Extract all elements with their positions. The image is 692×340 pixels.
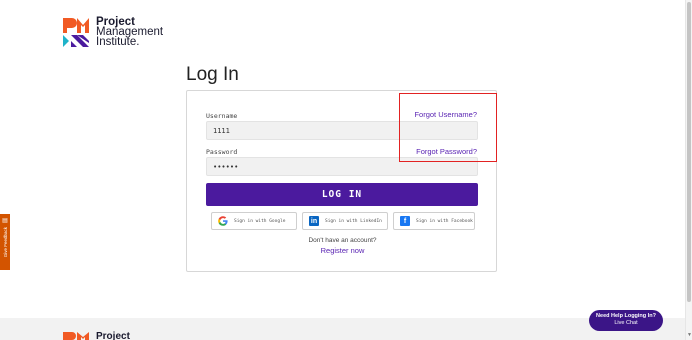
- register-now-link[interactable]: Register now: [187, 246, 498, 255]
- linkedin-signin-button[interactable]: in Sign in with LinkedIn: [302, 212, 388, 230]
- login-button[interactable]: LOG IN: [206, 183, 478, 206]
- google-icon: [218, 216, 228, 226]
- no-account-prompt: Don't have an account?: [308, 237, 377, 244]
- help-title: Need Help Logging In?: [596, 313, 656, 319]
- page-scrollbar[interactable]: ▼: [685, 0, 692, 340]
- brand-line-3: Institute.: [96, 36, 140, 48]
- username-label: Username: [206, 112, 238, 120]
- google-signin-button[interactable]: Sign in with Google: [211, 212, 297, 230]
- feedback-icon: ▤: [2, 218, 8, 224]
- help-subtitle: Live Chat: [614, 320, 638, 326]
- linkedin-icon: in: [309, 216, 319, 226]
- footer-brand-text: Project: [96, 331, 130, 340]
- linkedin-signin-label: Sign in with LinkedIn: [325, 218, 382, 224]
- footer-logo[interactable]: Project: [62, 331, 130, 340]
- password-label: Password: [206, 148, 238, 156]
- highlight-box: [399, 93, 497, 162]
- need-help-chat-button[interactable]: Need Help Logging In? Live Chat: [589, 310, 663, 331]
- give-feedback-tab[interactable]: ▤ Give Feedback: [0, 214, 10, 270]
- facebook-icon: f: [400, 216, 410, 226]
- facebook-signin-button[interactable]: f Sign in with Facebook: [393, 212, 475, 230]
- facebook-signin-label: Sign in with Facebook: [416, 218, 473, 224]
- pmi-logo[interactable]: Project Management Institute.: [62, 16, 163, 49]
- footer-pmi-logo-icon: [63, 332, 89, 340]
- scrollbar-thumb[interactable]: [687, 2, 691, 302]
- scroll-down-arrow-icon[interactable]: ▼: [687, 332, 692, 338]
- google-signin-label: Sign in with Google: [234, 218, 286, 224]
- pmi-logo-icon: [63, 18, 89, 47]
- give-feedback-label: Give Feedback: [2, 227, 8, 258]
- page-title: Log In: [186, 64, 239, 85]
